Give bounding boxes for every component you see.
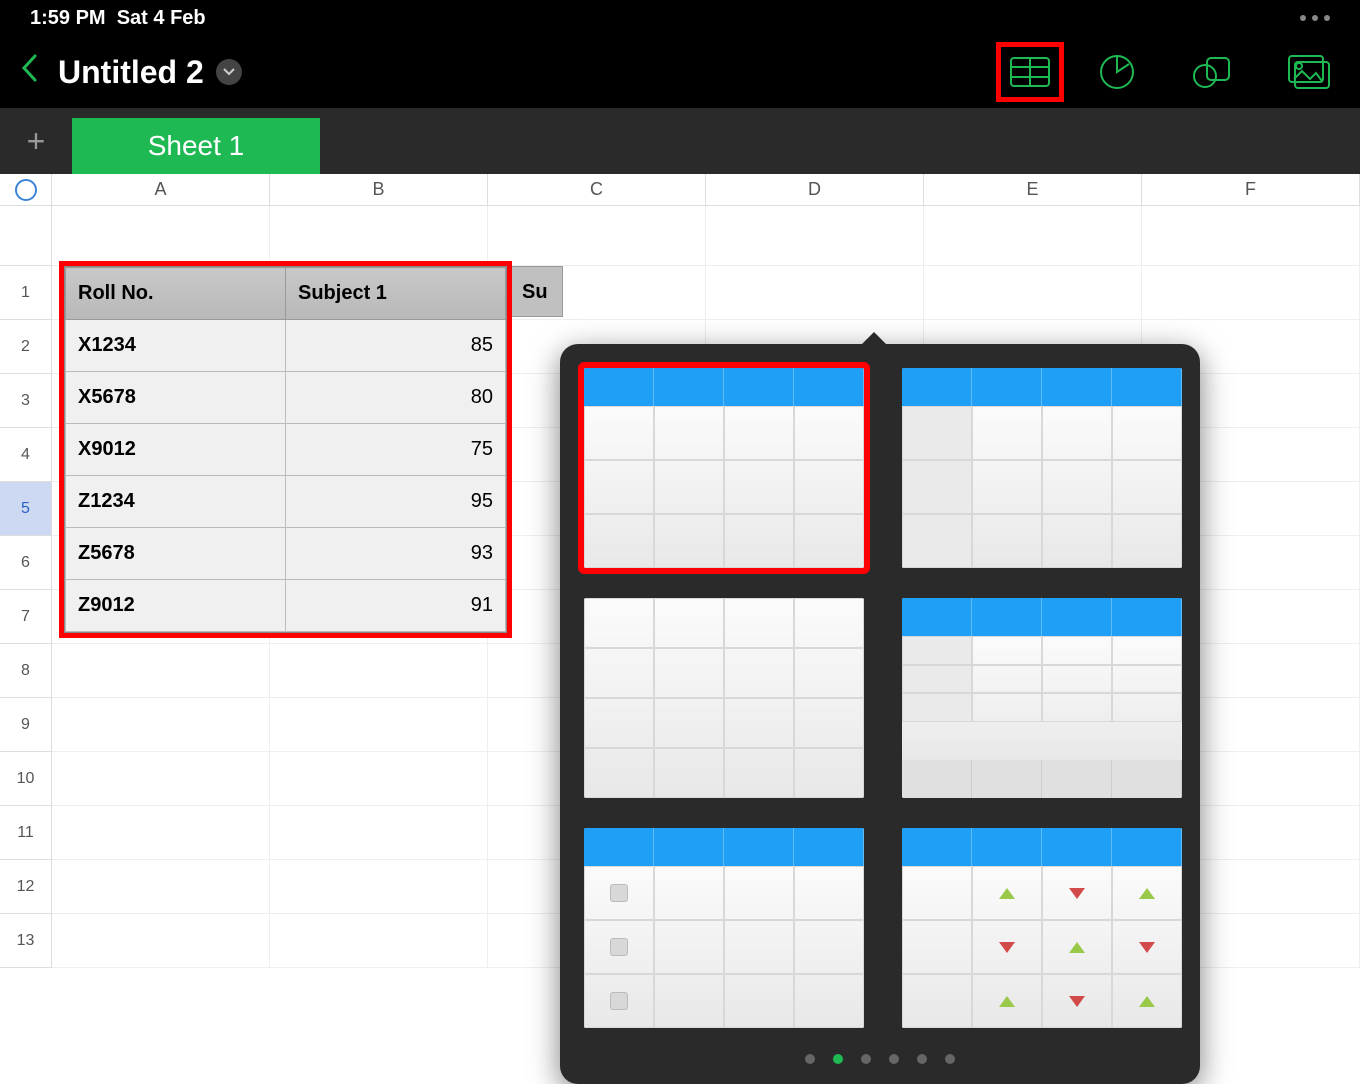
doc-title[interactable]: Untitled 2 (58, 54, 242, 91)
table-cell[interactable]: X5678 (66, 372, 286, 424)
table-styles-popover (560, 344, 1200, 1084)
table-cell[interactable]: Z1234 (66, 476, 286, 528)
column-headers: A B C D E F (0, 174, 1360, 206)
inserted-table[interactable]: Roll No. Subject 1 X123485 X567880 X9012… (64, 266, 507, 633)
more-menu-icon[interactable] (1300, 15, 1330, 21)
table-style-option[interactable] (902, 828, 1182, 1028)
col-header[interactable]: D (706, 174, 924, 205)
table-cell[interactable]: 85 (286, 320, 506, 372)
back-button[interactable] (20, 53, 38, 91)
table-cell[interactable]: Z9012 (66, 580, 286, 632)
row-header[interactable]: 11 (0, 806, 52, 860)
row-header[interactable]: 2 (0, 320, 52, 374)
row-header[interactable]: 3 (0, 374, 52, 428)
titlebar: Untitled 2 (0, 36, 1360, 108)
row-header[interactable]: 7 (0, 590, 52, 644)
table-header[interactable]: Subject 1 (286, 268, 506, 320)
table-style-option[interactable] (902, 598, 1182, 798)
row-header[interactable] (0, 206, 52, 266)
row-header[interactable]: 6 (0, 536, 52, 590)
col-header[interactable]: F (1142, 174, 1360, 205)
page-indicator[interactable] (584, 1054, 1176, 1064)
table-cell[interactable]: 80 (286, 372, 506, 424)
select-all-corner[interactable] (0, 174, 52, 205)
table-style-option[interactable] (902, 368, 1182, 568)
row-header[interactable]: 10 (0, 752, 52, 806)
table-header[interactable]: Roll No. (66, 268, 286, 320)
table-icon[interactable] (1009, 51, 1051, 93)
partial-header: Su (511, 266, 563, 317)
chevron-down-icon[interactable] (216, 59, 242, 85)
table-cell[interactable]: X9012 (66, 424, 286, 476)
sheet-tab-1[interactable]: Sheet 1 (72, 118, 320, 174)
row-header[interactable]: 5 (0, 482, 52, 536)
media-icon[interactable] (1288, 51, 1330, 93)
row-header[interactable]: 8 (0, 644, 52, 698)
row-header[interactable]: 1 (0, 266, 52, 320)
chart-icon[interactable] (1096, 51, 1138, 93)
col-header[interactable]: C (488, 174, 706, 205)
table-style-option[interactable] (584, 828, 864, 1028)
row-header[interactable]: 4 (0, 428, 52, 482)
row-header[interactable]: 13 (0, 914, 52, 968)
table-cell[interactable]: X1234 (66, 320, 286, 372)
status-bar: 1:59 PM Sat 4 Feb (0, 0, 1360, 36)
table-style-option[interactable] (584, 598, 864, 798)
col-header[interactable]: E (924, 174, 1142, 205)
table-cell[interactable]: 95 (286, 476, 506, 528)
row-header[interactable]: 12 (0, 860, 52, 914)
add-sheet-button[interactable]: + (0, 108, 72, 174)
shapes-icon[interactable] (1192, 51, 1234, 93)
table-style-option[interactable] (584, 368, 864, 568)
table-cell[interactable]: 75 (286, 424, 506, 476)
status-time-date: 1:59 PM Sat 4 Feb (30, 7, 206, 30)
table-cell[interactable]: 91 (286, 580, 506, 632)
table-cell[interactable]: Z5678 (66, 528, 286, 580)
table-insert-highlight (996, 42, 1064, 102)
col-header[interactable]: A (52, 174, 270, 205)
spreadsheet: A B C D E F 1 2 3 4 5 6 7 8 9 10 11 12 1… (0, 174, 1360, 974)
row-header[interactable]: 9 (0, 698, 52, 752)
table-cell[interactable]: 93 (286, 528, 506, 580)
row-headers: 1 2 3 4 5 6 7 8 9 10 11 12 13 (0, 206, 52, 968)
sheet-tabs: + Sheet 1 (0, 108, 1360, 174)
col-header[interactable]: B (270, 174, 488, 205)
